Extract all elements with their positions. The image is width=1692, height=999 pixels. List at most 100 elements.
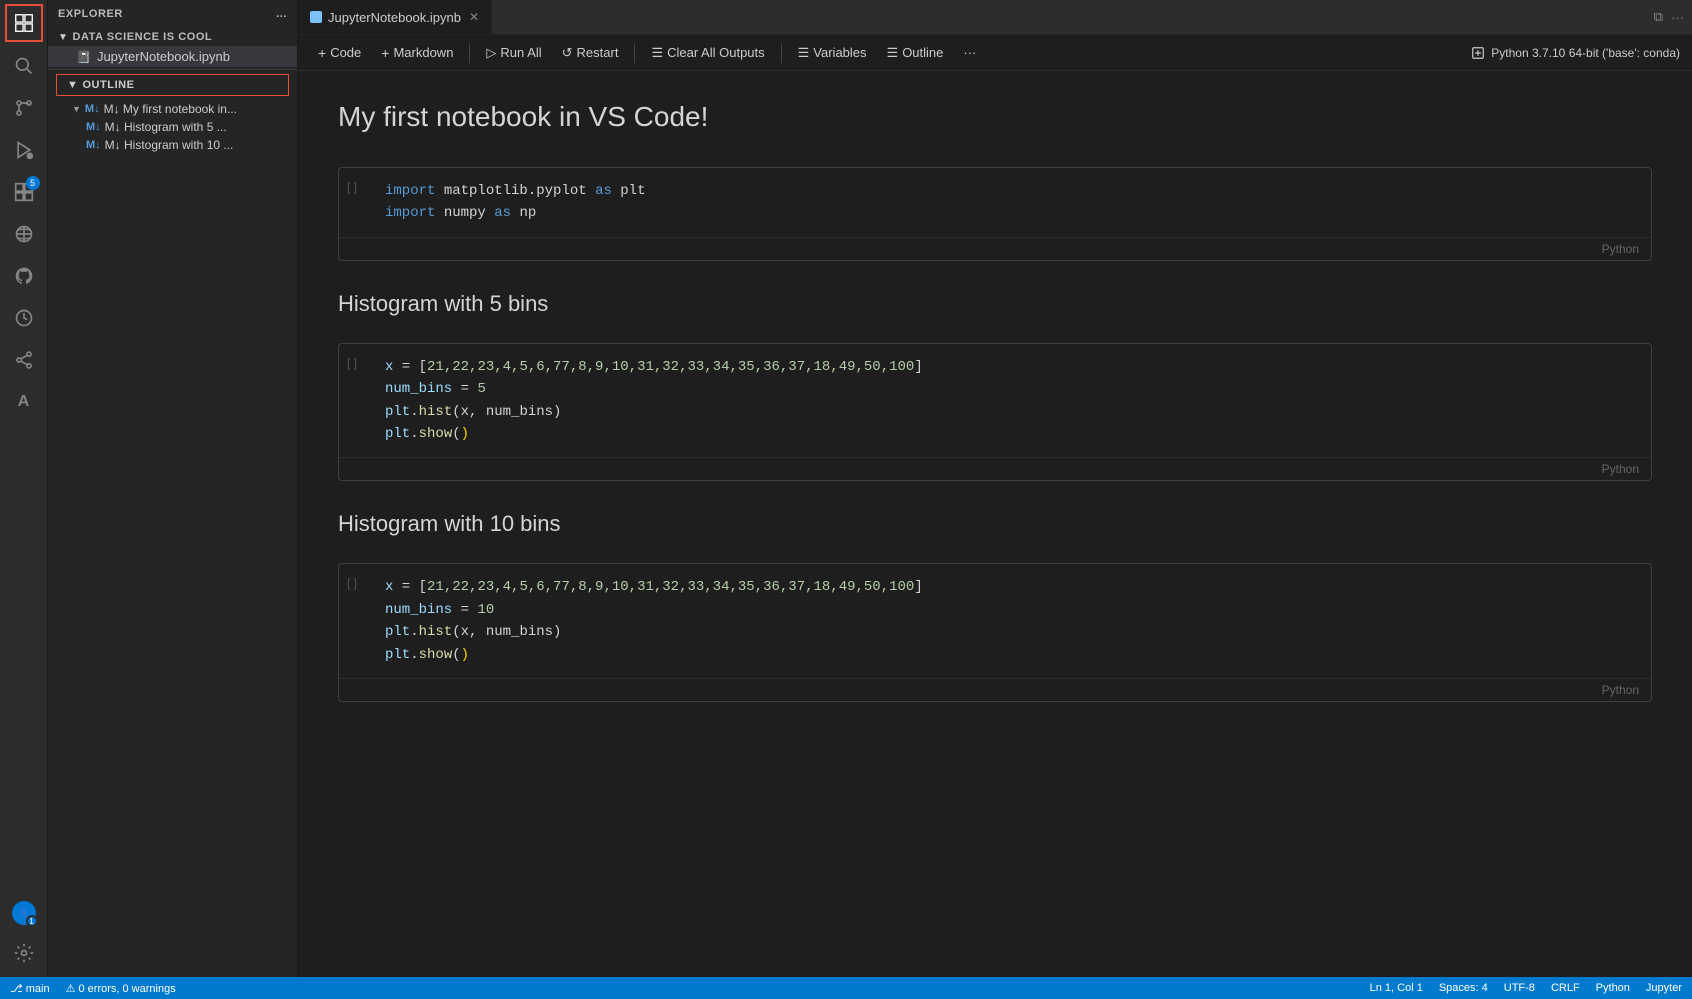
cell-footer-1: Python: [339, 237, 1651, 260]
cell-lang-1: Python: [1602, 242, 1639, 256]
add-code-button[interactable]: + Code: [310, 42, 369, 64]
outline-button[interactable]: ☰ Outline: [879, 42, 952, 64]
section-heading-5bins: Histogram with 5 bins: [338, 281, 1652, 327]
accounts-icon[interactable]: 👤 1: [4, 893, 44, 933]
tab-close-icon[interactable]: ✕: [469, 10, 479, 24]
status-encoding[interactable]: UTF-8: [1504, 982, 1535, 994]
sidebar-header: EXPLORER ...: [48, 0, 297, 28]
outline-item-0[interactable]: ▼ M↓ M↓ My first notebook in...: [48, 100, 297, 118]
kernel-icon: [1471, 46, 1485, 60]
activity-bar: 5: [0, 0, 48, 977]
toolbar-more-icon: ···: [963, 45, 976, 60]
notebook-file-icon: 📓: [76, 50, 91, 64]
tab-label: JupyterNotebook.ipynb: [328, 10, 461, 25]
extensions-badge: 5: [26, 176, 40, 190]
tab-actions-more[interactable]: ···: [1671, 10, 1684, 25]
status-bar: ⎇ main ⚠ 0 errors, 0 warnings Ln 1, Col …: [0, 977, 1692, 999]
toolbar-sep-2: [634, 43, 635, 63]
sidebar: EXPLORER ... ▼ DATA SCIENCE IS COOL 📓 Ju…: [48, 0, 298, 977]
cell-lang-2: Python: [1602, 462, 1639, 476]
outline-item-1[interactable]: M↓ M↓ Histogram with 5 ...: [48, 118, 297, 136]
extensions-icon[interactable]: 5: [4, 172, 44, 212]
variables-label: Variables: [813, 45, 866, 60]
variables-button[interactable]: ☰ Variables: [790, 42, 875, 64]
live-share-icon[interactable]: [4, 340, 44, 380]
toolbar-sep-3: [781, 43, 782, 63]
cell-lang-3: Python: [1602, 683, 1639, 697]
outline-label: OUTLINE: [82, 79, 134, 91]
add-code-label: Code: [330, 45, 361, 60]
cell-gutter-1: [ ]: [339, 168, 369, 237]
avatar: 👤 1: [12, 901, 36, 925]
remote-icon[interactable]: [4, 214, 44, 254]
editor-area: JupyterNotebook.ipynb ✕ ⧉ ··· + Code + M…: [298, 0, 1692, 977]
github-icon[interactable]: [4, 256, 44, 296]
run-all-icon: ▷: [486, 45, 496, 61]
add-markdown-label: Markdown: [393, 45, 453, 60]
sidebar-title: EXPLORER: [58, 8, 123, 20]
run-debug-icon[interactable]: [4, 130, 44, 170]
toolbar-sep-1: [469, 43, 470, 63]
add-markdown-button[interactable]: + Markdown: [373, 42, 461, 64]
tab-bar: JupyterNotebook.ipynb ✕ ⧉ ···: [298, 0, 1692, 35]
clear-outputs-label: Clear All Outputs: [667, 45, 765, 60]
file-item-notebook[interactable]: 📓 JupyterNotebook.ipynb: [48, 46, 297, 67]
tab-actions: ⧉ ···: [1646, 9, 1692, 25]
cell-gutter-2: [ ]: [339, 344, 369, 458]
outline-icon: ☰: [887, 45, 899, 61]
section-heading-10bins: Histogram with 10 bins: [338, 501, 1652, 547]
cell-footer-3: Python: [339, 678, 1651, 701]
restart-button[interactable]: ↺ Restart: [554, 42, 627, 64]
sidebar-more[interactable]: ...: [276, 8, 287, 20]
run-all-label: Run All: [500, 45, 541, 60]
timeline-icon[interactable]: [4, 298, 44, 338]
markdown-icon-2: M↓: [86, 139, 101, 151]
outline-item-2[interactable]: M↓ M↓ Histogram with 10 ...: [48, 136, 297, 154]
cell-code-2[interactable]: x = [21,22,23,4,5,6,77,8,9,10,31,32,33,3…: [369, 344, 1651, 458]
outline-section: ▼ OUTLINE ▼ M↓ M↓ My first notebook in..…: [48, 69, 297, 154]
cell-bracket-1: [ ]: [347, 180, 357, 194]
clear-outputs-icon: ☰: [651, 45, 663, 61]
cell-gutter-3: [ ]: [339, 564, 369, 678]
outline-chevron-icon: ▼: [67, 79, 78, 91]
outline-title[interactable]: ▼ OUTLINE: [56, 74, 289, 96]
status-branch[interactable]: ⎇ main: [10, 982, 50, 995]
toolbar: + Code + Markdown ▷ Run All ↺ Restart: [298, 35, 1692, 71]
status-eol[interactable]: CRLF: [1551, 982, 1580, 994]
run-all-button[interactable]: ▷ Run All: [478, 42, 549, 64]
add-code-icon: +: [318, 45, 326, 61]
status-right: Ln 1, Col 1 Spaces: 4 UTF-8 CRLF Python …: [1370, 982, 1682, 994]
code-cell-2[interactable]: [ ] x = [21,22,23,4,5,6,77,8,9,10,31,32,…: [338, 343, 1652, 482]
accounts-badge: 1: [26, 915, 38, 927]
toolbar-more-button[interactable]: ···: [955, 42, 984, 63]
chevron-down-icon: ▼: [58, 32, 68, 43]
code-cell-3[interactable]: [ ] x = [21,22,23,4,5,6,77,8,9,10,31,32,…: [338, 563, 1652, 702]
status-errors[interactable]: ⚠ 0 errors, 0 warnings: [66, 982, 176, 995]
status-spaces[interactable]: Spaces: 4: [1439, 982, 1488, 994]
split-editor-icon[interactable]: ⧉: [1654, 9, 1663, 25]
file-name: JupyterNotebook.ipynb: [97, 49, 230, 64]
explorer-section[interactable]: ▼ DATA SCIENCE IS COOL: [48, 28, 297, 46]
outline-item-label-0: M↓ My first notebook in...: [104, 102, 237, 116]
explorer-icon[interactable]: [5, 4, 43, 42]
notebook-title: My first notebook in VS Code!: [338, 91, 1652, 143]
settings-icon[interactable]: [4, 933, 44, 973]
status-language[interactable]: Python: [1596, 982, 1630, 994]
outline-btn-label: Outline: [902, 45, 943, 60]
status-jupyter[interactable]: Jupyter: [1646, 982, 1682, 994]
search-icon[interactable]: [4, 46, 44, 86]
aml-icon[interactable]: A: [4, 382, 44, 422]
status-position[interactable]: Ln 1, Col 1: [1370, 982, 1423, 994]
kernel-selector[interactable]: Python 3.7.10 64-bit ('base': conda): [1471, 46, 1680, 60]
tab-notebook[interactable]: JupyterNotebook.ipynb ✕: [298, 0, 492, 34]
source-control-icon[interactable]: [4, 88, 44, 128]
clear-outputs-button[interactable]: ☰ Clear All Outputs: [643, 42, 772, 64]
markdown-icon-1: M↓: [86, 121, 101, 133]
kernel-label: Python 3.7.10 64-bit ('base': conda): [1491, 46, 1680, 60]
outline-item-label-2: M↓ Histogram with 10 ...: [105, 138, 234, 152]
cell-code-1[interactable]: import matplotlib.pyplot as plt import n…: [369, 168, 1651, 237]
code-cell-1[interactable]: [ ] import matplotlib.pyplot as plt impo…: [338, 167, 1652, 261]
outline-item-chevron-icon: ▼: [72, 104, 81, 114]
cell-code-3[interactable]: x = [21,22,23,4,5,6,77,8,9,10,31,32,33,3…: [369, 564, 1651, 678]
notebook-content[interactable]: My first notebook in VS Code! [ ] import…: [298, 71, 1692, 977]
